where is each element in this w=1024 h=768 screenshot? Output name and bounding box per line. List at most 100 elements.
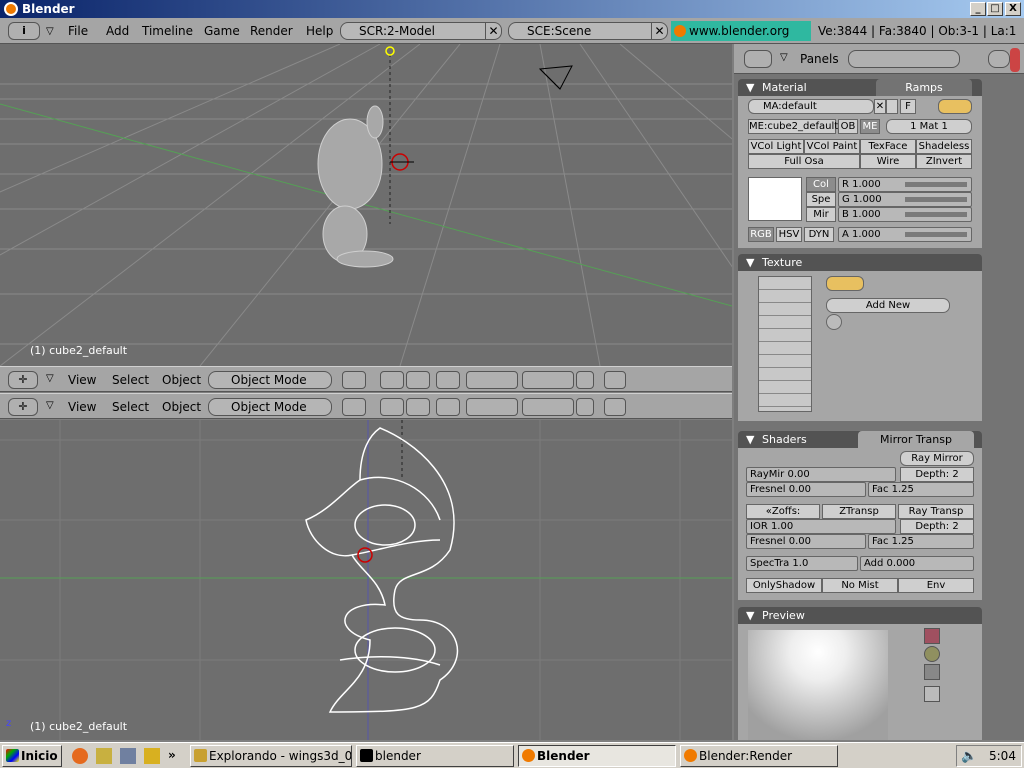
texture-panel-header[interactable]: ▼ Texture [738, 254, 982, 271]
taskbar-item-explorer[interactable]: Explorando - wings3d_0.9... [190, 745, 352, 767]
pivot-icon[interactable] [380, 371, 404, 389]
manipulator-icon[interactable] [406, 371, 430, 389]
buttons-window-type-icon[interactable] [744, 50, 772, 68]
collapse-arrow-icon[interactable]: ▼ [746, 607, 754, 624]
ray-transp-toggle[interactable]: Ray Transp [898, 504, 974, 519]
preview-sphere-icon[interactable] [924, 646, 940, 662]
collapse-menu-arrow-icon[interactable]: ▽ [46, 26, 54, 37]
mode-selector[interactable]: Object Mode [208, 371, 332, 389]
rgb-toggle[interactable]: RGB [748, 227, 774, 242]
onlyshadow-toggle[interactable]: OnlyShadow [746, 578, 822, 593]
mesh-name-field[interactable]: ME:cube2_default [748, 119, 838, 134]
speaker-icon[interactable]: 🔈 [961, 749, 977, 764]
menu-file[interactable]: File [68, 24, 88, 38]
maximize-button[interactable]: □ [987, 2, 1003, 16]
tab-shaders[interactable]: Shaders [762, 433, 807, 446]
shaders-panel-header[interactable]: ▼ Shaders Mirror Transp [738, 431, 982, 448]
lock-icon[interactable] [576, 398, 594, 416]
tab-material[interactable]: Material [762, 81, 807, 94]
pivot-icon[interactable] [380, 398, 404, 416]
firefox-icon[interactable] [72, 748, 88, 764]
start-button[interactable]: Inicio [2, 745, 62, 767]
delete-scene-icon[interactable]: ✕ [651, 23, 667, 39]
raymir-slider[interactable]: RayMir 0.00 [746, 467, 896, 482]
menu-object[interactable]: Object [162, 400, 201, 414]
taskbar-item-blender[interactable]: Blender [518, 745, 676, 767]
render-preview-icon[interactable] [604, 398, 626, 416]
menu-timeline[interactable]: Timeline [142, 24, 193, 38]
color-swatch[interactable] [748, 177, 802, 221]
fac-slider-2[interactable]: Fac 1.25 [868, 534, 974, 549]
tab-ramps[interactable]: Ramps [876, 79, 972, 96]
vcol-light-toggle[interactable]: VCol Light [748, 139, 804, 154]
minimize-button[interactable]: _ [970, 2, 986, 16]
render-preview-icon[interactable] [604, 371, 626, 389]
ray-mirror-toggle[interactable]: Ray Mirror [900, 451, 974, 466]
screen-selector[interactable]: SCR:2-Model ✕ [340, 22, 502, 40]
alpha-slider[interactable]: A 1.000 [838, 227, 972, 242]
preview-panel-header[interactable]: ▼ Preview [738, 607, 982, 624]
unlink-material-icon[interactable]: ✕ [874, 99, 886, 114]
g-slider[interactable]: G 1.000 [838, 192, 972, 207]
fake-user-button[interactable]: F [900, 99, 916, 114]
close-window-button[interactable]: X [1005, 2, 1021, 16]
collapse-arrow-icon[interactable]: ▼ [746, 254, 754, 271]
material-panel-header[interactable]: ▼ Material Ramps [738, 79, 982, 96]
zinvert-toggle[interactable]: ZInvert [916, 154, 972, 169]
manipulator-icon[interactable] [406, 398, 430, 416]
depth-stepper-2[interactable]: Depth: 2 [900, 519, 974, 534]
app-icon[interactable] [120, 748, 136, 764]
tab-mirror-transp[interactable]: Mirror Transp [858, 431, 974, 448]
texture-channel-list[interactable] [758, 276, 812, 412]
car-icon[interactable] [886, 99, 898, 114]
scroll-marker[interactable] [1010, 48, 1020, 72]
collapse-arrow-icon[interactable]: ▼ [746, 431, 754, 448]
material-name-field[interactable]: MA:default [748, 99, 874, 114]
shadeless-toggle[interactable]: Shadeless [916, 139, 972, 154]
fresnel-slider-1[interactable]: Fresnel 0.00 [746, 482, 866, 497]
taskbar-item-blender-console[interactable]: blender [356, 745, 514, 767]
delete-screen-icon[interactable]: ✕ [485, 23, 501, 39]
preview-cube-icon[interactable] [924, 664, 940, 680]
taskbar-item-blender-render[interactable]: Blender:Render [680, 745, 838, 767]
collapse-menu-arrow-icon[interactable]: ▽ [46, 373, 54, 384]
layer-buttons-1[interactable] [466, 398, 518, 416]
copy-paste-icons[interactable] [826, 276, 864, 291]
mode-selector[interactable]: Object Mode [208, 398, 332, 416]
depth-stepper-1[interactable]: Depth: 2 [900, 467, 974, 482]
info-window-type-icon[interactable]: i [8, 22, 40, 40]
hand-icon[interactable] [436, 371, 460, 389]
ztransp-toggle[interactable]: ZTransp [822, 504, 896, 519]
layer-buttons-2[interactable] [522, 371, 574, 389]
texture-browse-icon[interactable] [826, 314, 842, 330]
light-icon[interactable] [988, 50, 1010, 68]
menu-view[interactable]: View [68, 373, 96, 387]
tool-icon[interactable] [144, 748, 160, 764]
menu-select[interactable]: Select [112, 400, 149, 414]
wire-toggle[interactable]: Wire [860, 154, 916, 169]
r-slider[interactable]: R 1.000 [838, 177, 972, 192]
panels-label[interactable]: Panels [800, 52, 839, 66]
collapse-menu-arrow-icon[interactable]: ▽ [46, 400, 54, 411]
menu-render[interactable]: Render [250, 24, 293, 38]
mir-tab[interactable]: Mir [806, 207, 836, 222]
menu-help[interactable]: Help [306, 24, 333, 38]
add-slider[interactable]: Add 0.000 [860, 556, 974, 571]
env-toggle[interactable]: Env [898, 578, 974, 593]
menu-view[interactable]: View [68, 400, 96, 414]
quicklaunch-expand-icon[interactable]: » [168, 748, 176, 762]
viewport-bottom-front[interactable]: z (1) cube2_default [0, 420, 732, 740]
hand-icon[interactable] [436, 398, 460, 416]
3d-view-window-type-icon[interactable]: ✛ [8, 398, 38, 416]
copy-paste-icons[interactable] [938, 99, 972, 114]
scene-selector[interactable]: SCE:Scene ✕ [508, 22, 668, 40]
no-mist-toggle[interactable]: No Mist [822, 578, 898, 593]
collapse-arrow-icon[interactable]: ▼ [746, 79, 754, 96]
ob-toggle[interactable]: OB [838, 119, 858, 134]
layer-buttons-1[interactable] [466, 371, 518, 389]
dyn-toggle[interactable]: DYN [804, 227, 834, 242]
full-osa-toggle[interactable]: Full Osa [748, 154, 860, 169]
menu-object[interactable]: Object [162, 373, 201, 387]
lock-icon[interactable] [576, 371, 594, 389]
spectra-slider[interactable]: SpecTra 1.0 [746, 556, 858, 571]
